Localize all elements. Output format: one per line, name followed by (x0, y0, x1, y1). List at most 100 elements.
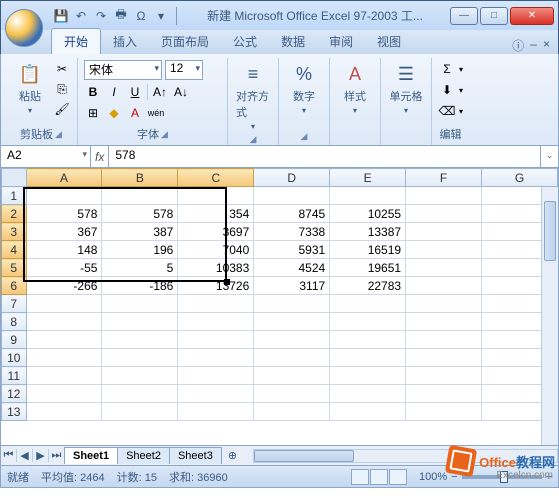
clear-icon[interactable]: ⌫ (438, 102, 456, 120)
cell[interactable] (178, 295, 254, 313)
tab-data[interactable]: 数据 (269, 29, 317, 54)
alignment-button[interactable]: ≡ 对齐方式 ▾ (234, 60, 272, 133)
cell[interactable] (102, 349, 178, 367)
row-header[interactable]: 6 (2, 277, 27, 295)
zoom-in-icon[interactable]: + (546, 471, 552, 483)
cell[interactable] (254, 403, 330, 421)
autosum-icon[interactable]: Σ (438, 60, 456, 78)
cell[interactable] (26, 367, 102, 385)
cell[interactable]: 578 (26, 205, 102, 223)
row-header[interactable]: 13 (2, 403, 27, 421)
first-sheet-icon[interactable]: ⏮ (1, 449, 17, 462)
row-header[interactable]: 9 (2, 331, 27, 349)
name-box[interactable]: A2 (1, 146, 91, 167)
page-layout-view-icon[interactable] (370, 469, 388, 485)
cell[interactable]: 148 (26, 241, 102, 259)
cell[interactable]: 3697 (178, 223, 254, 241)
fill-icon[interactable]: ⬇ (438, 81, 456, 99)
cell[interactable] (406, 313, 482, 331)
tab-review[interactable]: 审阅 (317, 29, 365, 54)
cell[interactable] (178, 403, 254, 421)
fill-color-icon[interactable]: ◆ (105, 104, 123, 122)
normal-view-icon[interactable] (351, 469, 369, 485)
cell[interactable] (406, 223, 482, 241)
cell[interactable] (330, 313, 406, 331)
close-button[interactable]: ✕ (510, 7, 554, 25)
cell[interactable] (178, 313, 254, 331)
cell[interactable] (178, 187, 254, 205)
row-header[interactable]: 4 (2, 241, 27, 259)
cell[interactable] (26, 187, 102, 205)
cell[interactable] (254, 349, 330, 367)
cell[interactable] (330, 403, 406, 421)
cell[interactable] (178, 367, 254, 385)
row-header[interactable]: 7 (2, 295, 27, 313)
cell[interactable] (178, 349, 254, 367)
formula-input[interactable]: 578 (109, 146, 540, 167)
cell[interactable] (406, 385, 482, 403)
italic-button[interactable]: I (105, 83, 123, 101)
maximize-button[interactable]: □ (480, 7, 508, 25)
copy-icon[interactable]: ⎘ (53, 80, 71, 98)
zoom-out-icon[interactable]: − (451, 471, 457, 483)
cell[interactable]: 10383 (178, 259, 254, 277)
cell[interactable]: -186 (102, 277, 178, 295)
cell[interactable]: 5931 (254, 241, 330, 259)
cell[interactable]: 7040 (178, 241, 254, 259)
help-icon[interactable]: ⓘ (512, 37, 524, 54)
cell[interactable] (102, 367, 178, 385)
cell[interactable] (102, 187, 178, 205)
paste-button[interactable]: 📋 粘贴 ▾ (11, 60, 49, 117)
tab-layout[interactable]: 页面布局 (149, 29, 221, 54)
cell[interactable] (102, 403, 178, 421)
cell[interactable] (26, 349, 102, 367)
row-header[interactable]: 5 (2, 259, 27, 277)
cell[interactable]: 5 (102, 259, 178, 277)
sheet-tab[interactable]: Sheet1 (64, 447, 118, 464)
cell[interactable] (254, 187, 330, 205)
sheet-tab[interactable]: Sheet2 (117, 447, 170, 464)
cell[interactable] (254, 385, 330, 403)
dialog-launcher-icon[interactable]: ◢ (161, 129, 168, 140)
row-header[interactable]: 12 (2, 385, 27, 403)
font-size-combo[interactable]: 12 (165, 60, 203, 80)
cell[interactable] (406, 277, 482, 295)
cut-icon[interactable]: ✂ (53, 60, 71, 78)
cell[interactable] (254, 295, 330, 313)
zoom-slider[interactable] (462, 475, 542, 479)
cell[interactable] (406, 241, 482, 259)
close-doc-icon[interactable]: × (543, 37, 550, 54)
qat-dropdown-icon[interactable]: ▾ (153, 8, 169, 24)
cell[interactable] (330, 331, 406, 349)
vertical-scrollbar[interactable] (541, 187, 558, 445)
cell[interactable]: 16519 (330, 241, 406, 259)
cell[interactable] (330, 349, 406, 367)
column-header[interactable]: D (254, 169, 330, 187)
cell[interactable]: 13726 (178, 277, 254, 295)
cell[interactable] (102, 313, 178, 331)
expand-formula-bar-icon[interactable]: ⌄ (540, 146, 558, 167)
row-header[interactable]: 11 (2, 367, 27, 385)
tab-insert[interactable]: 插入 (101, 29, 149, 54)
print-icon[interactable]: 🖶 (113, 8, 129, 24)
font-name-combo[interactable]: 宋体 (84, 60, 162, 80)
row-header[interactable]: 2 (2, 205, 27, 223)
column-header[interactable]: A (26, 169, 102, 187)
row-header[interactable]: 1 (2, 187, 27, 205)
grow-font-icon[interactable]: A↑ (151, 83, 169, 101)
cell[interactable] (26, 385, 102, 403)
row-header[interactable]: 10 (2, 349, 27, 367)
column-header[interactable]: G (481, 169, 557, 187)
phonetic-icon[interactable]: wén (147, 104, 165, 122)
cell[interactable]: 578 (102, 205, 178, 223)
tab-home[interactable]: 开始 (51, 28, 101, 54)
tab-formulas[interactable]: 公式 (221, 29, 269, 54)
cell[interactable] (330, 385, 406, 403)
cell[interactable]: 10255 (330, 205, 406, 223)
minimize-ribbon-icon[interactable]: – (530, 37, 537, 54)
cell[interactable] (406, 295, 482, 313)
cell[interactable] (254, 331, 330, 349)
cell[interactable] (178, 385, 254, 403)
cell[interactable]: 19651 (330, 259, 406, 277)
undo-icon[interactable]: ↶ (73, 8, 89, 24)
